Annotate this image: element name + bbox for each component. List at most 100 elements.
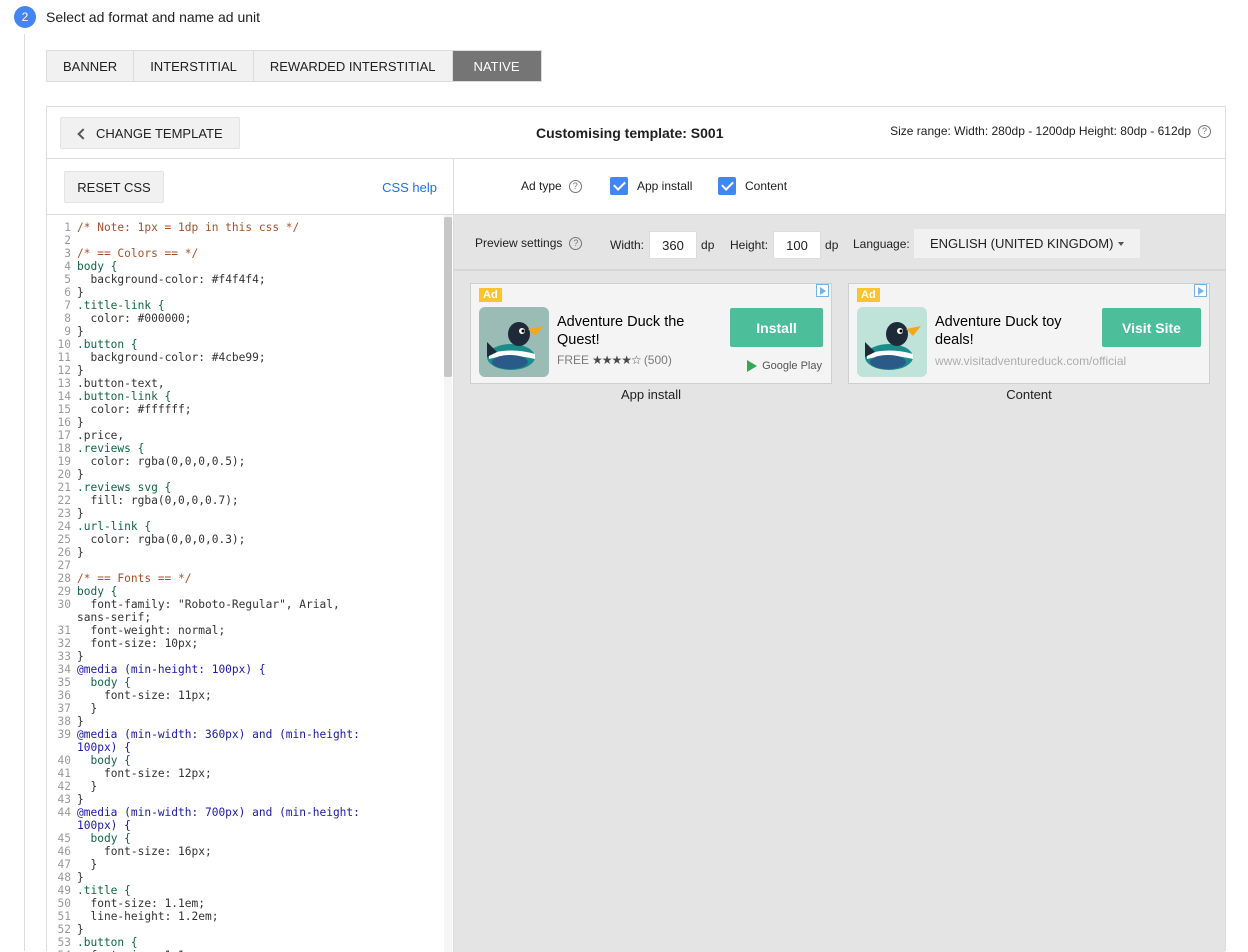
code-line[interactable]: 7 .title-link { bbox=[47, 299, 443, 312]
css-toolbar: RESET CSS CSS help bbox=[47, 159, 454, 215]
code-line[interactable]: 37 } bbox=[47, 702, 443, 715]
line-content: } bbox=[77, 702, 98, 715]
checkbox-content[interactable]: Content bbox=[718, 177, 787, 195]
code-line[interactable]: 53 .button { bbox=[47, 936, 443, 949]
line-content: body { bbox=[77, 754, 131, 767]
line-number: 7 bbox=[64, 299, 71, 312]
code-line[interactable]: 40 body { bbox=[47, 754, 443, 767]
code-line[interactable]: 27 bbox=[47, 559, 443, 572]
code-line[interactable]: 41 font-size: 12px; bbox=[47, 767, 443, 780]
code-line[interactable]: 30 font-family: "Roboto-Regular", Arial,… bbox=[47, 598, 443, 624]
install-button[interactable]: Install bbox=[730, 308, 823, 347]
code-line[interactable]: 29 body { bbox=[47, 585, 443, 598]
code-line[interactable]: 1 /* Note: 1px = 1dp in this css */ bbox=[47, 221, 443, 234]
editor-scrollbar[interactable] bbox=[444, 215, 452, 952]
code-line[interactable]: 18 .reviews { bbox=[47, 442, 443, 455]
step-number-badge: 2 bbox=[14, 6, 36, 28]
language-select[interactable]: ENGLISH (UNITED KINGDOM) bbox=[913, 228, 1141, 259]
line-number: 10 bbox=[57, 338, 71, 351]
code-line[interactable]: 43} bbox=[47, 793, 443, 806]
adchoices-icon[interactable] bbox=[816, 284, 829, 297]
code-line[interactable]: 34 @media (min-height: 100px) { bbox=[47, 663, 443, 676]
css-help-link[interactable]: CSS help bbox=[382, 180, 437, 195]
code-line[interactable]: 3 /* == Colors == */ bbox=[47, 247, 443, 260]
code-line[interactable]: 4 body { bbox=[47, 260, 443, 273]
code-line[interactable]: 32 font-size: 10px; bbox=[47, 637, 443, 650]
content-ad-preview: Ad Adventure Duck toy deals! www.visitad… bbox=[848, 283, 1210, 384]
line-number: 46 bbox=[57, 845, 71, 858]
code-line[interactable]: 50 font-size: 1.1em; bbox=[47, 897, 443, 910]
code-line[interactable]: 46 font-size: 16px; bbox=[47, 845, 443, 858]
code-line[interactable]: 17 .price, bbox=[47, 429, 443, 442]
help-icon[interactable]: ? bbox=[569, 236, 583, 250]
checkbox-checked-icon[interactable] bbox=[718, 177, 736, 195]
line-number: 16 bbox=[57, 416, 71, 429]
code-line[interactable]: 6} bbox=[47, 286, 443, 299]
code-line[interactable]: 42 } bbox=[47, 780, 443, 793]
ad-title[interactable]: Adventure Duck toy deals! bbox=[935, 313, 1085, 349]
google-play-badge: Google Play bbox=[747, 360, 822, 372]
ad-title[interactable]: Adventure Duck the Quest! bbox=[557, 313, 707, 349]
code-line[interactable]: 15 color: #ffffff; bbox=[47, 403, 443, 416]
help-icon[interactable]: ? bbox=[568, 179, 582, 193]
code-line[interactable]: 48} bbox=[47, 871, 443, 884]
code-line[interactable]: 44 @media (min-width: 700px) and (min-hei… bbox=[47, 806, 443, 832]
code-line[interactable]: 14 .button-link { bbox=[47, 390, 443, 403]
editor-scrollbar-thumb[interactable] bbox=[444, 217, 452, 377]
code-line[interactable]: 31 font-weight: normal; bbox=[47, 624, 443, 637]
code-line[interactable]: 24 .url-link { bbox=[47, 520, 443, 533]
visit-site-button[interactable]: Visit Site bbox=[1102, 308, 1201, 347]
code-line[interactable]: 25 color: rgba(0,0,0,0.3); bbox=[47, 533, 443, 546]
code-line[interactable]: 39 @media (min-width: 360px) and (min-hei… bbox=[47, 728, 443, 754]
line-number: 25 bbox=[57, 533, 71, 546]
code-line[interactable]: 16} bbox=[47, 416, 443, 429]
change-template-button[interactable]: CHANGE TEMPLATE bbox=[60, 117, 240, 149]
tab-rewarded-interstitial[interactable]: REWARDED INTERSTITIAL bbox=[253, 51, 453, 81]
tab-interstitial[interactable]: INTERSTITIAL bbox=[134, 51, 254, 81]
line-number: 43 bbox=[57, 793, 71, 806]
reset-css-button[interactable]: RESET CSS bbox=[64, 171, 164, 203]
code-line[interactable]: 22 fill: rgba(0,0,0,0.7); bbox=[47, 494, 443, 507]
code-line[interactable]: 9} bbox=[47, 325, 443, 338]
code-line[interactable]: 19 color: rgba(0,0,0,0.5); bbox=[47, 455, 443, 468]
checkbox-checked-icon[interactable] bbox=[610, 177, 628, 195]
tab-native[interactable]: NATIVE bbox=[452, 51, 541, 81]
line-number: 3 bbox=[64, 247, 71, 260]
code-line[interactable]: 51 line-height: 1.2em; bbox=[47, 910, 443, 923]
tab-banner[interactable]: BANNER bbox=[47, 51, 135, 81]
code-line[interactable]: 10 .button { bbox=[47, 338, 443, 351]
code-line[interactable]: 8 color: #000000; bbox=[47, 312, 443, 325]
css-code-editor[interactable]: 1 /* Note: 1px = 1dp in this css */ 2 3 /* =… bbox=[47, 215, 454, 952]
code-line[interactable]: 52} bbox=[47, 923, 443, 936]
code-line[interactable]: 5 background-color: #f4f4f4; bbox=[47, 273, 443, 286]
code-line[interactable]: 47 } bbox=[47, 858, 443, 871]
adchoices-icon[interactable] bbox=[1194, 284, 1207, 297]
line-content: font-family: "Roboto-Regular", Arial, sa… bbox=[77, 598, 340, 624]
width-input[interactable]: 360 bbox=[649, 231, 698, 259]
code-line[interactable]: 2 bbox=[47, 234, 443, 247]
code-line[interactable]: 26} bbox=[47, 546, 443, 559]
code-line[interactable]: 36 font-size: 11px; bbox=[47, 689, 443, 702]
code-line[interactable]: 23} bbox=[47, 507, 443, 520]
checkbox-app-install[interactable]: App install bbox=[610, 177, 692, 195]
line-number: 11 bbox=[57, 351, 71, 364]
help-icon[interactable]: ? bbox=[1198, 124, 1211, 138]
line-content: } bbox=[77, 780, 98, 793]
code-line[interactable]: 12} bbox=[47, 364, 443, 377]
code-line[interactable]: 45 body { bbox=[47, 832, 443, 845]
line-number: 23 bbox=[57, 507, 71, 520]
ad-url[interactable]: www.visitadventureduck.com/official bbox=[935, 354, 1126, 368]
code-line[interactable]: 11 background-color: #4cbe99; bbox=[47, 351, 443, 364]
step-title: Select ad format and name ad unit bbox=[46, 9, 261, 25]
height-unit: dp bbox=[825, 238, 839, 252]
code-line[interactable]: 20} bbox=[47, 468, 443, 481]
line-number: 12 bbox=[57, 364, 71, 377]
code-line[interactable]: 28 /* == Fonts == */ bbox=[47, 572, 443, 585]
code-line[interactable]: 49 .title { bbox=[47, 884, 443, 897]
code-line[interactable]: 38} bbox=[47, 715, 443, 728]
code-line[interactable]: 35 body { bbox=[47, 676, 443, 689]
height-input[interactable]: 100 bbox=[773, 231, 822, 259]
code-line[interactable]: 13 .button-text, bbox=[47, 377, 443, 390]
code-line[interactable]: 21 .reviews svg { bbox=[47, 481, 443, 494]
code-line[interactable]: 33} bbox=[47, 650, 443, 663]
